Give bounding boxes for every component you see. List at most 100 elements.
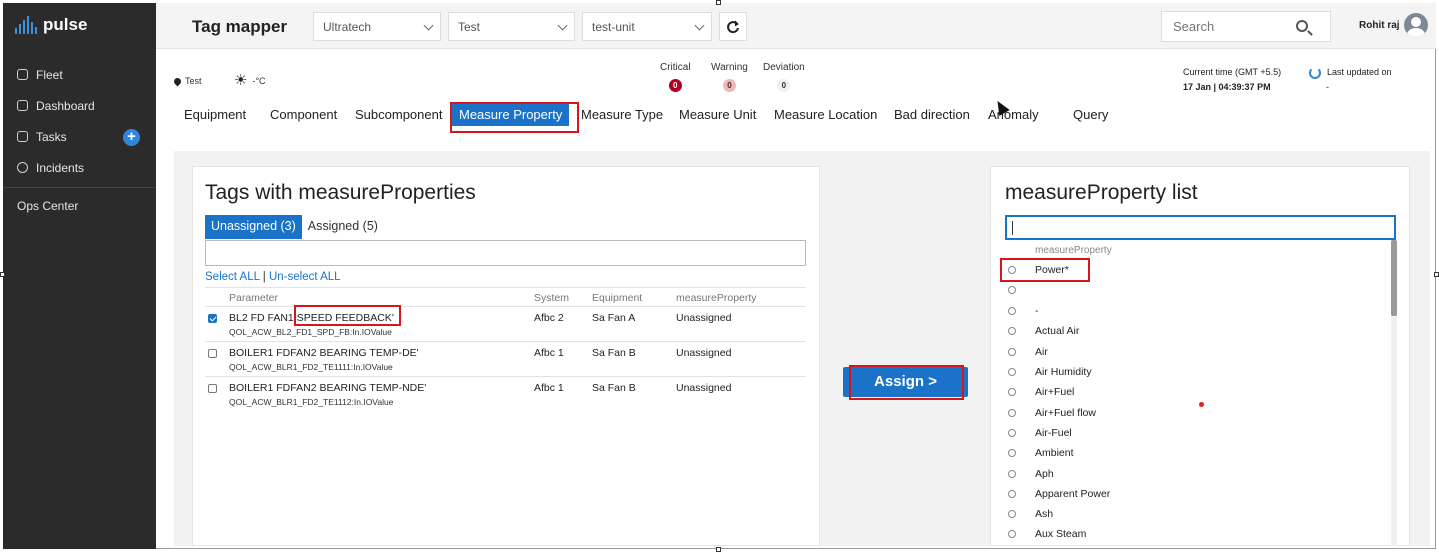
system-cell: Afbc 2 <box>534 312 564 324</box>
sidebar-item-label: Fleet <box>36 67 63 82</box>
current-time-value: 17 Jan | 04:39:37 PM <box>1183 82 1271 92</box>
row-checkbox[interactable] <box>208 384 217 393</box>
list-item[interactable]: Actual Air <box>1005 323 1385 343</box>
user-name[interactable]: Rohit raj <box>1359 20 1400 31</box>
table-divider <box>205 287 806 288</box>
selection-handle <box>716 0 721 5</box>
assign-button[interactable]: Assign > <box>843 367 968 397</box>
list-item[interactable]: Air Humidity <box>1005 364 1385 384</box>
avatar[interactable] <box>1404 13 1428 37</box>
sun-icon: ☀ <box>234 72 248 89</box>
plant-dropdown[interactable]: Test <box>448 12 575 41</box>
radio-button[interactable] <box>1008 307 1016 315</box>
tab-bad-direction[interactable]: Bad direction <box>894 107 970 122</box>
tab-component[interactable]: Component <box>270 107 337 122</box>
list-item[interactable] <box>1005 282 1385 302</box>
company-dropdown[interactable]: Ultratech <box>313 12 441 41</box>
list-scrollbar[interactable] <box>1391 240 1397 546</box>
row-checkbox[interactable] <box>208 349 217 358</box>
radio-button[interactable] <box>1008 327 1016 335</box>
tab-measure-type[interactable]: Measure Type <box>581 107 663 122</box>
critical-count-badge: 0 <box>668 79 682 92</box>
list-item[interactable]: Aux Steam <box>1005 526 1385 546</box>
radio-button[interactable] <box>1008 449 1016 457</box>
search-input[interactable] <box>1162 12 1282 41</box>
logo[interactable]: pulse <box>3 3 156 47</box>
critical-indicator[interactable]: Critical 0 <box>660 62 691 92</box>
table-row[interactable]: BOILER1 FDFAN2 BEARING TEMP-DE' QOL_ACW_… <box>205 344 806 379</box>
radio-button[interactable] <box>1008 530 1016 538</box>
search-box[interactable] <box>1161 11 1331 42</box>
tab-unassigned[interactable]: Unassigned (3) <box>205 215 302 239</box>
refresh-button[interactable] <box>719 12 747 41</box>
radio-button[interactable] <box>1008 388 1016 396</box>
tab-subcomponent[interactable]: Subcomponent <box>355 107 442 122</box>
tags-subtabs: Unassigned (3) Assigned (5) <box>205 215 384 239</box>
parameter-name: BL2 FD FAN1 SPEED FEEDBACK' <box>229 312 394 324</box>
tab-measure-unit[interactable]: Measure Unit <box>679 107 756 122</box>
list-item-label: Air <box>1035 346 1048 358</box>
unit-dropdown-value: test-unit <box>592 19 635 34</box>
critical-label: Critical <box>660 62 691 73</box>
selection-handle <box>1434 272 1439 277</box>
radio-button[interactable] <box>1008 429 1016 437</box>
row-divider <box>205 341 806 342</box>
list-item-label: Air-Fuel <box>1035 427 1072 439</box>
dashboard-icon <box>17 100 28 111</box>
radio-button[interactable] <box>1008 368 1016 376</box>
table-row[interactable]: BOILER1 FDFAN2 BEARING TEMP-NDE' QOL_ACW… <box>205 379 806 414</box>
radio-button[interactable] <box>1008 470 1016 478</box>
list-item[interactable]: Ash <box>1005 506 1385 526</box>
page-title: Tag mapper <box>192 17 288 36</box>
list-item[interactable]: Air+Fuel flow <box>1005 405 1385 425</box>
radio-button[interactable] <box>1008 490 1016 498</box>
chevron-down-icon <box>557 20 568 31</box>
sidebar-item-incidents[interactable]: Incidents <box>3 152 156 183</box>
list-item[interactable]: Aph <box>1005 466 1385 486</box>
radio-button[interactable] <box>1008 348 1016 356</box>
chevron-down-icon <box>423 20 434 31</box>
warning-indicator[interactable]: Warning 0 <box>711 62 748 92</box>
radio-button[interactable] <box>1008 286 1016 294</box>
list-item[interactable]: Power* <box>1005 262 1385 282</box>
unselect-all-link[interactable]: Un-select ALL <box>269 271 341 283</box>
unit-dropdown[interactable]: test-unit <box>582 12 712 41</box>
row-divider <box>205 376 806 377</box>
select-all-link[interactable]: Select ALL <box>205 271 260 283</box>
list-item[interactable]: Apparent Power <box>1005 486 1385 506</box>
tab-query[interactable]: Query <box>1073 107 1108 122</box>
logo-text: pulse <box>43 15 88 34</box>
deviation-indicator[interactable]: Deviation 0 <box>763 62 805 92</box>
sidebar-item-dashboard[interactable]: Dashboard <box>3 90 156 121</box>
radio-button[interactable] <box>1008 510 1016 518</box>
list-item[interactable]: - <box>1005 303 1385 323</box>
tab-measure-location[interactable]: Measure Location <box>774 107 877 122</box>
tag-filter-input[interactable] <box>205 240 806 266</box>
list-item[interactable]: Ambient <box>1005 445 1385 465</box>
deviation-label: Deviation <box>763 62 805 73</box>
search-icon[interactable] <box>1296 20 1308 32</box>
scrollbar-thumb[interactable] <box>1391 240 1397 316</box>
plant-dropdown-value: Test <box>458 19 481 34</box>
measure-property-cell: Unassigned <box>676 347 732 359</box>
sidebar-item-fleet[interactable]: Fleet <box>3 59 156 90</box>
list-item[interactable]: Air-Fuel <box>1005 425 1385 445</box>
tab-assigned[interactable]: Assigned (5) <box>302 215 384 239</box>
equipment-cell: Sa Fan B <box>592 382 636 394</box>
sidebar-item-tasks[interactable]: Tasks + <box>3 121 156 152</box>
list-item[interactable]: Air <box>1005 344 1385 364</box>
add-task-button[interactable]: + <box>123 129 140 146</box>
tab-equipment[interactable]: Equipment <box>184 107 246 122</box>
location-pin-icon <box>172 76 183 86</box>
radio-button[interactable] <box>1008 409 1016 417</box>
sidebar-item-ops-center[interactable]: Ops Center <box>3 192 156 220</box>
radio-button[interactable] <box>1008 266 1016 274</box>
tab-measure-property[interactable]: Measure Property <box>452 104 570 126</box>
list-item-label: Actual Air <box>1035 325 1080 337</box>
list-item[interactable]: Air+Fuel <box>1005 384 1385 404</box>
measure-property-search-input[interactable] <box>1005 215 1396 240</box>
list-item-label: Apparent Power <box>1035 488 1111 500</box>
last-updated-value: - <box>1326 82 1329 92</box>
row-checkbox[interactable] <box>208 314 217 323</box>
table-row[interactable]: BL2 FD FAN1 SPEED FEEDBACK' QOL_ACW_BL2_… <box>205 309 806 344</box>
